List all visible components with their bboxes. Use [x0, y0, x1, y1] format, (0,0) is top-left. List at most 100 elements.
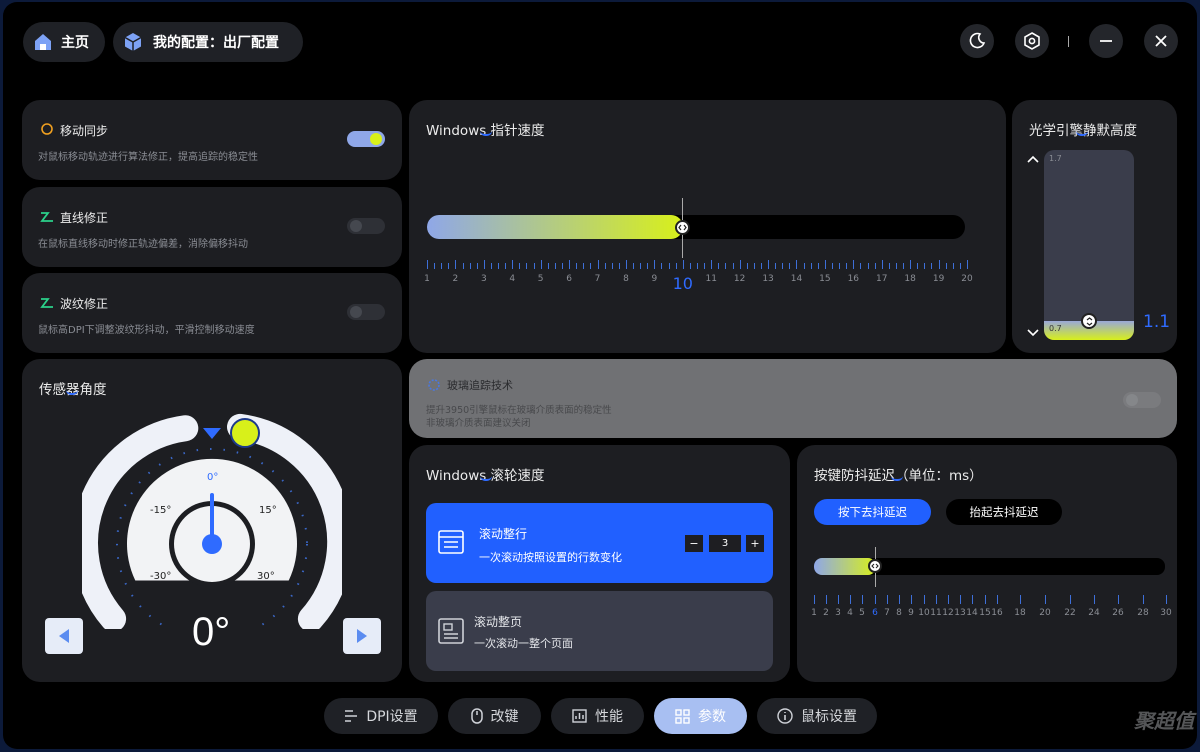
pointer-speed-minor-tick — [526, 263, 528, 269]
pointer-speed-tick-label: 14 — [790, 274, 803, 284]
motion-sync-card: 移动同步 对鼠标移动轨迹进行算法修正，提高追踪的稳定性 — [22, 100, 402, 180]
line-correction-toggle[interactable] — [347, 218, 385, 234]
lod-slider-track[interactable] — [1044, 150, 1134, 340]
lod-card: 光学引擎静默高度 1.7 0.7 1.1 — [1012, 100, 1177, 353]
debounce-tick-label: 22 — [1064, 608, 1076, 618]
debounce-tick-label: 15 — [979, 608, 991, 618]
chevron-down-icon[interactable] — [1027, 329, 1039, 337]
drag-arrows-icon — [871, 563, 879, 569]
scroll-line-option[interactable]: 滚动整行 一次滚动按照设置的行数变化 − 3 + — [426, 503, 773, 583]
debounce-tick — [911, 595, 912, 604]
line-correction-title: 直线修正 — [60, 211, 109, 225]
tab-press-debounce[interactable]: 按下去抖延迟 — [814, 499, 931, 525]
debounce-fill — [814, 558, 876, 575]
pointer-speed-tick-label: 3 — [480, 274, 487, 284]
nav-parameters[interactable]: 参数 — [654, 698, 747, 734]
nav-mouse-settings[interactable]: 鼠标设置 — [757, 698, 877, 734]
zigzag-icon — [40, 212, 53, 222]
lod-title: 光学引擎静默高度 — [1029, 123, 1137, 139]
debounce-tick — [875, 595, 876, 604]
debounce-tick — [899, 595, 900, 604]
pointer-speed-minor-tick — [640, 263, 642, 269]
angle-right-button[interactable] — [343, 618, 381, 654]
motion-sync-toggle[interactable] — [347, 131, 385, 147]
nav-parameters-label: 参数 — [698, 709, 726, 725]
debounce-tick-label: 4 — [847, 608, 853, 618]
nav-remap[interactable]: 改键 — [448, 698, 541, 734]
nav-dpi[interactable]: DPI设置 — [324, 698, 438, 734]
pointer-speed-minor-tick — [618, 263, 620, 269]
pointer-speed-minor-tick — [533, 263, 535, 269]
pointer-speed-minor-tick — [554, 263, 556, 269]
pointer-speed-tick-label: 18 — [904, 274, 916, 284]
minimize-button[interactable] — [1089, 24, 1123, 58]
debounce-title: 按键防抖延迟（单位：ms） — [814, 468, 983, 484]
home-icon — [35, 34, 51, 50]
pointer-speed-minor-tick — [803, 263, 805, 269]
pointer-speed-minor-tick — [931, 263, 933, 269]
nav-dpi-label: DPI设置 — [366, 709, 418, 725]
glass-desc1: 提升3950引擎鼠标在玻璃介质表面的稳定性 — [426, 405, 612, 416]
ripple-correction-toggle[interactable] — [347, 304, 385, 320]
debounce-tick-label: 6 — [872, 608, 878, 618]
nav-mouse-settings-label: 鼠标设置 — [801, 709, 857, 725]
tab-release-debounce[interactable]: 抬起去抖延迟 — [946, 499, 1062, 525]
pointer-speed-minor-tick — [732, 263, 734, 269]
config-label: 我的配置：出厂配置 — [153, 35, 279, 51]
close-button[interactable] — [1144, 24, 1178, 58]
lines-increment-button[interactable]: + — [746, 535, 764, 552]
lines-decrement-button[interactable]: − — [685, 535, 703, 552]
config-selector[interactable]: 我的配置：出厂配置 — [113, 22, 303, 62]
debounce-tick — [887, 595, 888, 604]
scroll-page-option[interactable]: 滚动整页 一次滚动一整个页面 — [426, 591, 773, 671]
watermark: 聚超值 — [1134, 709, 1194, 733]
sensor-angle-title: 传感器角度 — [39, 382, 107, 398]
pointer-speed-minor-tick — [739, 260, 741, 269]
debounce-tick-label: 1 — [811, 608, 817, 618]
pointer-speed-minor-tick — [853, 260, 855, 269]
pointer-speed-tick-label: 13 — [762, 274, 774, 284]
pointer-speed-handle[interactable] — [675, 220, 690, 235]
chart-icon — [572, 709, 587, 723]
debounce-tick — [936, 595, 937, 604]
lod-slider-handle[interactable] — [1081, 313, 1097, 329]
home-button[interactable]: 主页 — [23, 22, 105, 62]
settings-button[interactable] — [1015, 24, 1049, 58]
minimize-icon — [1100, 40, 1112, 42]
angle-label-pos15: 15° — [259, 505, 277, 516]
debounce-tick-label: 16 — [991, 608, 1003, 618]
debounce-tick-label: 13 — [954, 608, 966, 618]
debounce-tick-label: 18 — [1014, 608, 1026, 618]
theme-toggle-button[interactable] — [960, 24, 994, 58]
pointer-speed-minor-tick — [917, 263, 919, 269]
pointer-speed-minor-tick — [874, 263, 876, 269]
pointer-speed-minor-tick — [441, 263, 443, 269]
pointer-speed-minor-tick — [753, 263, 755, 269]
angle-left-button[interactable] — [45, 618, 83, 654]
pointer-speed-minor-tick — [725, 263, 727, 269]
debounce-tick — [972, 595, 973, 604]
glass-toggle[interactable] — [1123, 392, 1161, 408]
pointer-speed-tick-label: 2 — [452, 274, 459, 284]
scroll-page-title: 滚动整页 — [474, 615, 523, 629]
debounce-handle[interactable] — [868, 559, 882, 573]
pointer-speed-minor-tick — [846, 263, 848, 269]
angle-dial[interactable] — [82, 409, 342, 629]
lines-value-field[interactable]: 3 — [709, 535, 741, 552]
scroll-line-title: 滚动整行 — [479, 527, 528, 541]
pointer-speed-minor-tick — [888, 263, 890, 269]
sensor-angle-card: 传感器角度 0° -15° 15° -30° 30° 0° — [22, 359, 402, 682]
pointer-speed-minor-tick — [881, 260, 883, 269]
drag-arrows-icon — [678, 224, 687, 231]
pointer-speed-tick-label: 1 — [424, 274, 430, 284]
pointer-speed-minor-tick — [903, 263, 905, 269]
pointer-speed-minor-tick — [782, 263, 784, 269]
cube-icon — [124, 33, 142, 51]
pointer-speed-minor-tick — [832, 263, 833, 269]
debounce-tick-label: 12 — [942, 608, 954, 618]
nav-performance[interactable]: 性能 — [551, 698, 644, 734]
app-window: 主页 我的配置：出厂配置 移动同步 对鼠标移动轨迹进行算法修正，提高追踪的稳定性… — [3, 2, 1197, 749]
debounce-tick — [850, 595, 851, 604]
chevron-up-icon[interactable] — [1027, 155, 1039, 163]
pointer-speed-minor-tick — [675, 263, 677, 269]
